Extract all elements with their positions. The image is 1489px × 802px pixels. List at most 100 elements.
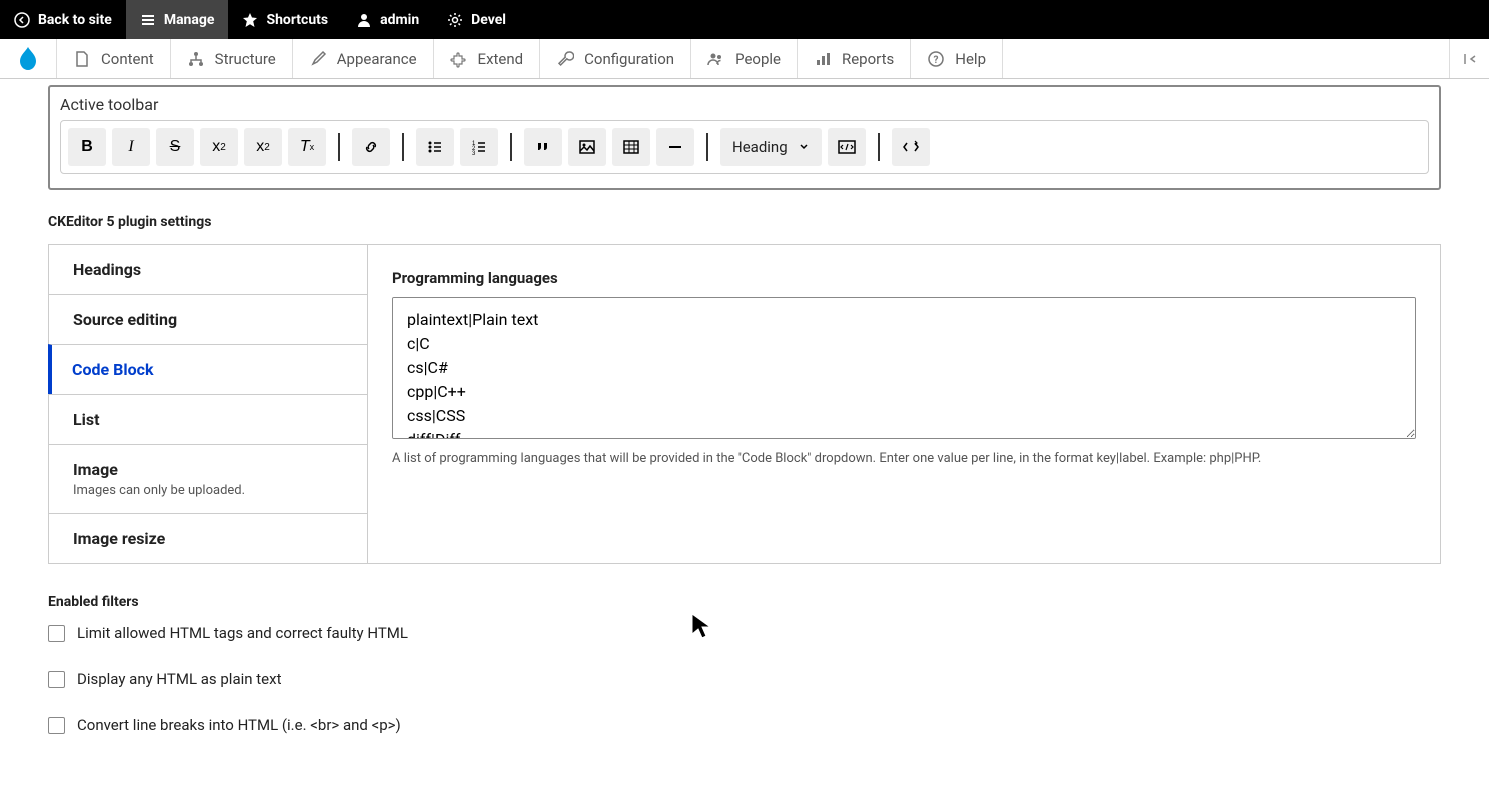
toolbar-separator xyxy=(878,133,880,161)
plugin-settings-tabs: Headings Source editing Code Block List … xyxy=(48,244,1441,564)
toolbar-separator xyxy=(510,133,512,161)
table-button[interactable] xyxy=(612,128,650,166)
nav-structure[interactable]: Structure xyxy=(171,39,293,78)
nav-people-label: People xyxy=(735,50,781,68)
horizontal-rule-button[interactable] xyxy=(656,128,694,166)
active-toolbar-section: Active toolbar B I S x2 x2 Tx 123 Headin… xyxy=(48,85,1441,190)
admin-user-button[interactable]: admin xyxy=(342,0,433,39)
filter-limit-html[interactable]: Limit allowed HTML tags and correct faul… xyxy=(48,624,1441,642)
numbered-list-button[interactable]: 123 xyxy=(460,128,498,166)
collapse-icon xyxy=(1462,51,1478,67)
italic-button[interactable]: I xyxy=(112,128,150,166)
nav-help[interactable]: ? Help xyxy=(911,39,1003,78)
toolbar-separator xyxy=(706,133,708,161)
code-block-panel: Programming languages A list of programm… xyxy=(367,244,1441,564)
tab-resize-label: Image resize xyxy=(73,529,343,548)
manage-label: Manage xyxy=(164,12,215,28)
nav-people[interactable]: People xyxy=(691,39,798,78)
superscript-button[interactable]: x2 xyxy=(200,128,238,166)
filter-line-breaks[interactable]: Convert line breaks into HTML (i.e. <br>… xyxy=(48,716,1441,734)
collapse-toolbar-button[interactable] xyxy=(1449,39,1489,78)
bold-button[interactable]: B xyxy=(68,128,106,166)
puzzle-icon xyxy=(450,50,468,68)
svg-text:?: ? xyxy=(934,55,939,66)
help-icon: ? xyxy=(927,50,945,68)
people-icon xyxy=(707,50,725,68)
devel-button[interactable]: Devel xyxy=(433,0,520,39)
nav-help-label: Help xyxy=(955,50,986,68)
enabled-filters-heading: Enabled filters xyxy=(48,594,1441,610)
filter-plain-label: Display any HTML as plain text xyxy=(77,670,281,688)
devel-label: Devel xyxy=(471,12,506,28)
heading-label: Heading xyxy=(732,138,788,156)
checkbox[interactable] xyxy=(48,671,65,688)
tab-image-resize[interactable]: Image resize xyxy=(48,513,367,564)
toolbar-row: B I S x2 x2 Tx 123 Heading xyxy=(60,120,1429,174)
tab-code-label: Code Block xyxy=(72,360,343,379)
plugin-settings-heading: CKEditor 5 plugin settings xyxy=(48,214,1441,230)
shortcuts-label: Shortcuts xyxy=(266,12,328,28)
back-to-site-button[interactable]: Back to site xyxy=(0,0,126,39)
admin-menu: Content Structure Appearance Extend Conf… xyxy=(0,39,1489,79)
tab-headings-label: Headings xyxy=(73,260,343,279)
code-block-button[interactable] xyxy=(828,128,866,166)
tab-headings[interactable]: Headings xyxy=(48,244,367,295)
chart-icon xyxy=(814,50,832,68)
chevron-down-icon xyxy=(798,141,810,153)
document-icon xyxy=(73,50,91,68)
nav-reports[interactable]: Reports xyxy=(798,39,911,78)
nav-reports-label: Reports xyxy=(842,50,894,68)
nav-content-label: Content xyxy=(101,50,154,68)
nav-configuration[interactable]: Configuration xyxy=(540,39,691,78)
filter-limit-label: Limit allowed HTML tags and correct faul… xyxy=(77,624,408,642)
nav-extend-label: Extend xyxy=(478,50,524,68)
admin-label: admin xyxy=(380,12,419,28)
image-button[interactable] xyxy=(568,128,606,166)
languages-description: A list of programming languages that wil… xyxy=(392,451,1416,466)
languages-textarea[interactable] xyxy=(392,297,1416,439)
blockquote-button[interactable] xyxy=(524,128,562,166)
tab-list-label: List xyxy=(73,410,343,429)
filter-breaks-label: Convert line breaks into HTML (i.e. <br>… xyxy=(77,716,401,734)
tab-source-editing[interactable]: Source editing xyxy=(48,294,367,345)
nav-content[interactable]: Content xyxy=(57,39,171,78)
manage-button[interactable]: Manage xyxy=(126,0,229,39)
heading-dropdown[interactable]: Heading xyxy=(720,128,822,166)
filter-display-plain[interactable]: Display any HTML as plain text xyxy=(48,670,1441,688)
toolbar-separator xyxy=(402,133,404,161)
remove-format-button[interactable]: Tx xyxy=(288,128,326,166)
drupal-logo[interactable] xyxy=(0,39,57,78)
gear-icon xyxy=(447,12,463,28)
nav-appearance-label: Appearance xyxy=(337,50,417,68)
tab-image-desc: Images can only be uploaded. xyxy=(73,483,343,498)
hamburger-icon xyxy=(140,12,156,28)
checkbox[interactable] xyxy=(48,625,65,642)
nav-configuration-label: Configuration xyxy=(584,50,674,68)
tab-source-label: Source editing xyxy=(73,310,343,329)
bullet-list-button[interactable] xyxy=(416,128,454,166)
nav-appearance[interactable]: Appearance xyxy=(293,39,434,78)
shortcuts-button[interactable]: Shortcuts xyxy=(228,0,342,39)
active-toolbar-label: Active toolbar xyxy=(60,95,1429,114)
tab-image-label: Image xyxy=(73,460,343,479)
subscript-button[interactable]: x2 xyxy=(244,128,282,166)
languages-label: Programming languages xyxy=(392,269,1416,287)
admin-toolbar: Back to site Manage Shortcuts admin Deve… xyxy=(0,0,1489,39)
source-button[interactable] xyxy=(892,128,930,166)
tab-image[interactable]: Image Images can only be uploaded. xyxy=(48,444,367,514)
svg-text:3: 3 xyxy=(472,151,476,156)
brush-icon xyxy=(309,50,327,68)
back-arrow-icon xyxy=(14,12,30,28)
nav-extend[interactable]: Extend xyxy=(434,39,541,78)
checkbox[interactable] xyxy=(48,717,65,734)
wrench-icon xyxy=(556,50,574,68)
star-icon xyxy=(242,12,258,28)
hierarchy-icon xyxy=(187,50,205,68)
link-button[interactable] xyxy=(352,128,390,166)
toolbar-separator xyxy=(338,133,340,161)
tab-list[interactable]: List xyxy=(48,394,367,445)
tab-code-block[interactable]: Code Block xyxy=(48,344,367,395)
strikethrough-button[interactable]: S xyxy=(156,128,194,166)
back-to-site-label: Back to site xyxy=(38,12,112,28)
nav-structure-label: Structure xyxy=(215,50,276,68)
